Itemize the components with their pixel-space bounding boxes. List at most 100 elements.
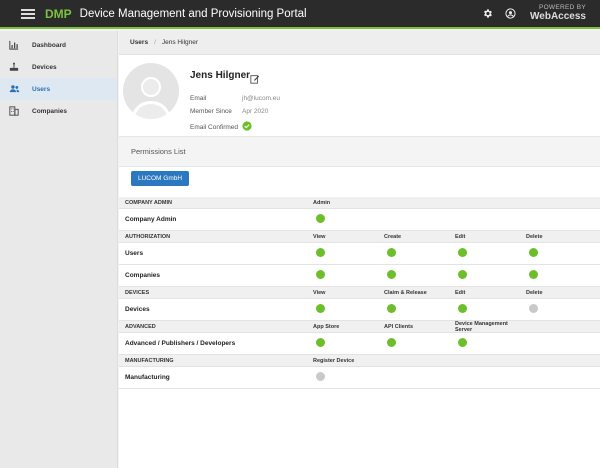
- permission-granted-indicator[interactable]: [458, 338, 467, 347]
- section-header-advanced: ADVANCED App Store API Clients Device Manag…: [119, 321, 600, 333]
- column-header: Claim & Release: [384, 289, 427, 296]
- permission-granted-indicator[interactable]: [316, 338, 325, 347]
- permission-cell: [313, 248, 384, 259]
- section-name: MANUFACTURING: [125, 357, 174, 364]
- section-header-authorization: AUTHORIZATION View Create Edit Delete: [119, 231, 600, 243]
- email-confirmed-row: Email Confirmed: [190, 121, 252, 133]
- permission-label: Devices: [125, 306, 150, 313]
- sidebar-item-label: Dashboard: [32, 41, 66, 49]
- permission-cell: [313, 338, 384, 349]
- hamburger-menu-icon[interactable]: [21, 8, 35, 19]
- permissions-header: Permissions List: [119, 137, 600, 167]
- permission-granted-indicator[interactable]: [316, 304, 325, 313]
- main-content: Users / Jens Hilgner Jens Hilgner Email …: [119, 31, 600, 468]
- account-circle-icon[interactable]: [499, 3, 521, 25]
- sidebar-item-label: Users: [32, 85, 51, 93]
- email-label: Email: [190, 95, 207, 102]
- permission-cell: [526, 270, 597, 281]
- permission-granted-indicator[interactable]: [458, 304, 467, 313]
- permission-label: Manufacturing: [125, 374, 170, 381]
- permission-label: Users: [125, 250, 144, 257]
- permissions-title: Permissions List: [131, 147, 186, 156]
- column-header: Create: [384, 233, 402, 240]
- top-bar: DMP Device Management and Provisioning P…: [0, 0, 600, 29]
- permission-granted-indicator[interactable]: [316, 270, 325, 279]
- sidebar-item-users[interactable]: Users: [0, 78, 117, 100]
- permission-denied-indicator[interactable]: [316, 372, 325, 381]
- avatar: [123, 63, 179, 119]
- permission-granted-indicator[interactable]: [458, 270, 467, 279]
- permission-cell: [455, 248, 526, 259]
- user-name: Jens Hilgner: [190, 70, 251, 81]
- permissions-table: COMPANY ADMIN Admin Company Admin AUTHORIZA…: [119, 197, 600, 389]
- permission-label: Advanced / Publishers / Developers: [125, 340, 236, 347]
- permission-granted-indicator[interactable]: [316, 248, 325, 257]
- permission-cell: [526, 304, 597, 315]
- section-header-devices: DEVICES View Claim & Release Edit Delete: [119, 287, 600, 299]
- permission-cell: [313, 304, 384, 315]
- sidebar-item-label: Companies: [32, 107, 68, 115]
- permission-granted-indicator[interactable]: [387, 270, 396, 279]
- permission-granted-indicator[interactable]: [387, 304, 396, 313]
- company-button[interactable]: LUCOM GmbH: [131, 171, 190, 186]
- breadcrumb-current: Jens Hilgner: [161, 39, 199, 46]
- edit-icon[interactable]: [250, 71, 260, 84]
- column-header: Edit: [455, 233, 466, 240]
- permission-label: Companies: [125, 272, 161, 279]
- permission-row-companies: Companies: [119, 265, 600, 287]
- permission-row-devices: Devices: [119, 299, 600, 321]
- permission-granted-indicator[interactable]: [387, 338, 396, 347]
- breadcrumb: Users / Jens Hilgner: [119, 31, 600, 55]
- permission-cell: [313, 372, 384, 383]
- section-name: ADVANCED: [125, 323, 156, 330]
- settings-gear-icon[interactable]: [476, 3, 498, 25]
- breadcrumb-separator: /: [154, 39, 156, 46]
- section-header-manufacturing: MANUFACTURING Register Device: [119, 355, 600, 367]
- permission-granted-indicator[interactable]: [316, 214, 325, 223]
- member-since-label: Member Since: [190, 108, 232, 115]
- building-icon: [8, 105, 20, 117]
- section-name: DEVICES: [125, 289, 150, 296]
- permission-cell: [526, 248, 597, 259]
- member-since-row: Member Since Apr 2020: [190, 108, 268, 115]
- permission-row-manufacturing: Manufacturing: [119, 367, 600, 389]
- email-confirmed-label: Email Confirmed: [190, 123, 239, 131]
- section-name: AUTHORIZATION: [125, 233, 171, 240]
- breadcrumb-users-link[interactable]: Users: [130, 39, 148, 46]
- permission-label: Company Admin: [125, 216, 177, 223]
- sidebar-item-companies[interactable]: Companies: [0, 100, 117, 122]
- permission-cell: [455, 270, 526, 281]
- sidebar: Dashboard Devices Users Companies: [0, 31, 118, 468]
- sidebar-item-label: Devices: [32, 63, 57, 71]
- column-header: App Store: [313, 323, 340, 330]
- column-header: View: [313, 233, 326, 240]
- permission-row-company-admin: Company Admin: [119, 209, 600, 231]
- email-row: Email jh@lucom.eu: [190, 95, 280, 102]
- router-icon: [8, 61, 20, 73]
- users-icon: [8, 83, 20, 95]
- bar-chart-icon: [8, 39, 20, 51]
- column-header: API Clients: [384, 323, 414, 330]
- column-header: Admin: [313, 199, 331, 206]
- permission-cell: [384, 248, 455, 259]
- permission-granted-indicator[interactable]: [529, 248, 538, 257]
- permission-granted-indicator[interactable]: [387, 248, 396, 257]
- column-header: Edit: [455, 289, 466, 296]
- brand-logo: DMP: [45, 6, 72, 21]
- permission-cell: [384, 304, 455, 315]
- column-header: Device Management Server: [455, 320, 508, 333]
- column-header: Register Device: [313, 357, 355, 364]
- powered-by-logo: POWERED BY WebAccess: [530, 4, 586, 22]
- permission-cell: [313, 214, 384, 225]
- sidebar-item-dashboard[interactable]: Dashboard: [0, 34, 117, 56]
- column-header: Delete: [526, 233, 543, 240]
- permission-denied-indicator[interactable]: [529, 304, 538, 313]
- section-header-company-admin: COMPANY ADMIN Admin: [119, 197, 600, 209]
- permission-granted-indicator[interactable]: [458, 248, 467, 257]
- permission-cell: [455, 338, 526, 349]
- member-since-value: Apr 2020: [242, 108, 269, 115]
- column-header: Delete: [526, 289, 543, 296]
- sidebar-item-devices[interactable]: Devices: [0, 56, 117, 78]
- permission-granted-indicator[interactable]: [529, 270, 538, 279]
- email-value: jh@lucom.eu: [242, 95, 281, 102]
